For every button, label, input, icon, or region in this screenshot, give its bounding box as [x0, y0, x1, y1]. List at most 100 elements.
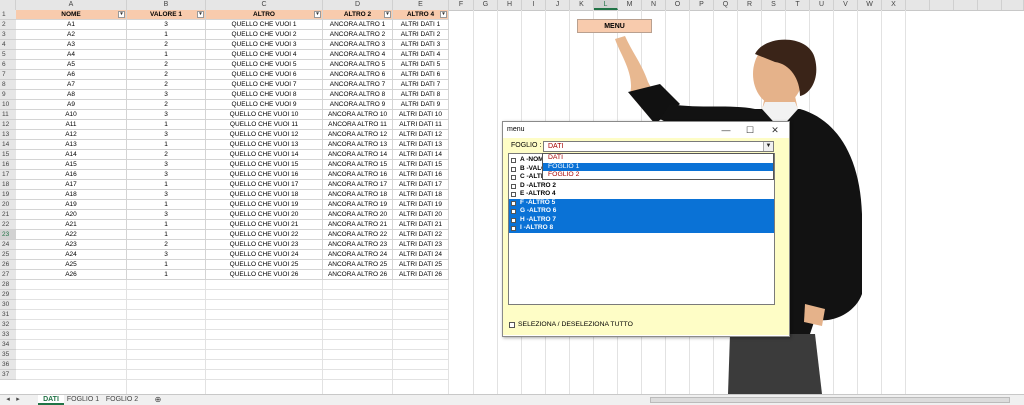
table-cell[interactable]: ALTRI DATI 18 [393, 190, 449, 200]
column-header[interactable]: O [666, 0, 690, 10]
table-cell[interactable]: ANCORA ALTRO 22 [323, 230, 393, 240]
table-cell[interactable]: QUELLO CHE VUOI 18 [206, 190, 323, 200]
table-cell[interactable]: A16 [16, 170, 127, 180]
table-cell[interactable]: QUELLO CHE VUOI 8 [206, 90, 323, 100]
checkbox-icon[interactable] [511, 217, 516, 223]
table-cell[interactable]: 3 [127, 110, 206, 120]
table-cell[interactable]: ALTRI DATI 12 [393, 130, 449, 140]
checkbox-icon[interactable] [511, 209, 516, 214]
column-header[interactable]: F [449, 0, 474, 10]
filter-dropdown-icon[interactable]: ▾ [384, 11, 391, 18]
row-header[interactable]: 34 [0, 340, 16, 350]
checkbox-icon[interactable] [511, 226, 516, 231]
row-header[interactable]: 4 [0, 40, 16, 50]
table-cell[interactable]: ANCORA ALTRO 3 [323, 40, 393, 50]
minimize-icon[interactable]: — [715, 124, 737, 136]
table-cell[interactable]: QUELLO CHE VUOI 11 [206, 120, 323, 130]
row-header[interactable]: 5 [0, 50, 16, 60]
column-header[interactable]: S [762, 0, 786, 10]
table-cell[interactable]: 3 [127, 160, 206, 170]
row-header[interactable]: 7 [0, 70, 16, 80]
filter-dropdown-icon[interactable]: ▾ [197, 11, 204, 18]
column-header[interactable]: E [393, 0, 449, 10]
column-header[interactable]: H [498, 0, 522, 10]
row-header[interactable]: 14 [0, 140, 16, 150]
column-header[interactable]: R [738, 0, 762, 10]
table-cell[interactable]: 1 [127, 200, 206, 210]
table-cell[interactable]: 3 [127, 190, 206, 200]
column-header[interactable]: W [858, 0, 882, 10]
table-cell[interactable]: QUELLO CHE VUOI 26 [206, 270, 323, 280]
row-header[interactable]: 19 [0, 190, 16, 200]
row-header[interactable]: 23 [0, 230, 16, 240]
table-cell[interactable]: A12 [16, 130, 127, 140]
row-header[interactable]: 29 [0, 290, 16, 300]
row-header[interactable]: 21 [0, 210, 16, 220]
row-header[interactable]: 32 [0, 320, 16, 330]
table-cell[interactable]: ALTRI DATI 16 [393, 170, 449, 180]
column-header[interactable]: U [810, 0, 834, 10]
table-cell[interactable]: A19 [16, 200, 127, 210]
row-header[interactable]: 10 [0, 100, 16, 110]
close-icon[interactable]: ✕ [764, 124, 786, 136]
table-cell[interactable]: ANCORA ALTRO 8 [323, 90, 393, 100]
column-header[interactable] [1002, 0, 1024, 10]
table-cell[interactable]: 1 [127, 270, 206, 280]
table-cell[interactable]: QUELLO CHE VUOI 23 [206, 240, 323, 250]
table-cell[interactable]: ALTRI DATI 22 [393, 230, 449, 240]
column-header[interactable]: K [570, 0, 594, 10]
row-header[interactable]: 3 [0, 30, 16, 40]
table-cell[interactable]: 1 [127, 180, 206, 190]
filter-dropdown-icon[interactable]: ▾ [440, 11, 447, 18]
table-cell[interactable]: A15 [16, 160, 127, 170]
table-cell[interactable]: A9 [16, 100, 127, 110]
table-cell[interactable]: ALTRI DATI 1 [393, 20, 449, 30]
table-cell[interactable]: QUELLO CHE VUOI 13 [206, 140, 323, 150]
table-cell[interactable]: QUELLO CHE VUOI 9 [206, 100, 323, 110]
table-cell[interactable]: A22 [16, 230, 127, 240]
table-cell[interactable]: ANCORA ALTRO 24 [323, 250, 393, 260]
table-cell[interactable]: ALTRI DATI 14 [393, 150, 449, 160]
column-header[interactable] [930, 0, 954, 10]
table-cell[interactable]: 2 [127, 240, 206, 250]
table-cell[interactable]: ALTRI DATI 24 [393, 250, 449, 260]
horizontal-scrollbar[interactable] [650, 397, 1010, 403]
row-header[interactable]: 25 [0, 250, 16, 260]
checkbox-icon[interactable] [511, 175, 516, 180]
table-cell[interactable]: A3 [16, 40, 127, 50]
column-header[interactable]: N [642, 0, 666, 10]
row-header[interactable]: 12 [0, 120, 16, 130]
table-cell[interactable]: ALTRI DATI 4 [393, 50, 449, 60]
checkbox-icon[interactable] [511, 183, 516, 189]
table-cell[interactable]: A6 [16, 70, 127, 80]
column-header[interactable]: P [690, 0, 714, 10]
column-header[interactable] [954, 0, 978, 10]
row-header[interactable]: 17 [0, 170, 16, 180]
table-cell[interactable]: 2 [127, 60, 206, 70]
list-item[interactable]: F -ALTRO 5 [509, 198, 774, 207]
table-cell[interactable]: ALTRI DATI 17 [393, 180, 449, 190]
table-cell[interactable]: ANCORA ALTRO 21 [323, 220, 393, 230]
table-header-cell[interactable]: ALTRO 4 ▾ [393, 10, 449, 20]
row-header[interactable]: 27 [0, 270, 16, 280]
table-cell[interactable]: A26 [16, 270, 127, 280]
table-cell[interactable]: ANCORA ALTRO 11 [323, 120, 393, 130]
column-header[interactable] [906, 0, 930, 10]
row-header[interactable]: 26 [0, 260, 16, 270]
table-cell[interactable]: ALTRI DATI 11 [393, 120, 449, 130]
table-header-cell[interactable]: ALTRO ▾ [206, 10, 323, 20]
table-cell[interactable]: A8 [16, 90, 127, 100]
table-cell[interactable]: QUELLO CHE VUOI 17 [206, 180, 323, 190]
chevron-down-icon[interactable]: ▼ [763, 142, 773, 151]
column-header[interactable]: T [786, 0, 810, 10]
column-header[interactable]: J [546, 0, 570, 10]
table-cell[interactable]: ANCORA ALTRO 4 [323, 50, 393, 60]
table-cell[interactable]: ANCORA ALTRO 18 [323, 190, 393, 200]
row-header[interactable]: 6 [0, 60, 16, 70]
row-header[interactable]: 18 [0, 180, 16, 190]
table-cell[interactable]: ALTRI DATI 26 [393, 270, 449, 280]
table-cell[interactable]: A13 [16, 140, 127, 150]
row-header[interactable]: 33 [0, 330, 16, 340]
table-cell[interactable]: A23 [16, 240, 127, 250]
table-cell[interactable]: A7 [16, 80, 127, 90]
